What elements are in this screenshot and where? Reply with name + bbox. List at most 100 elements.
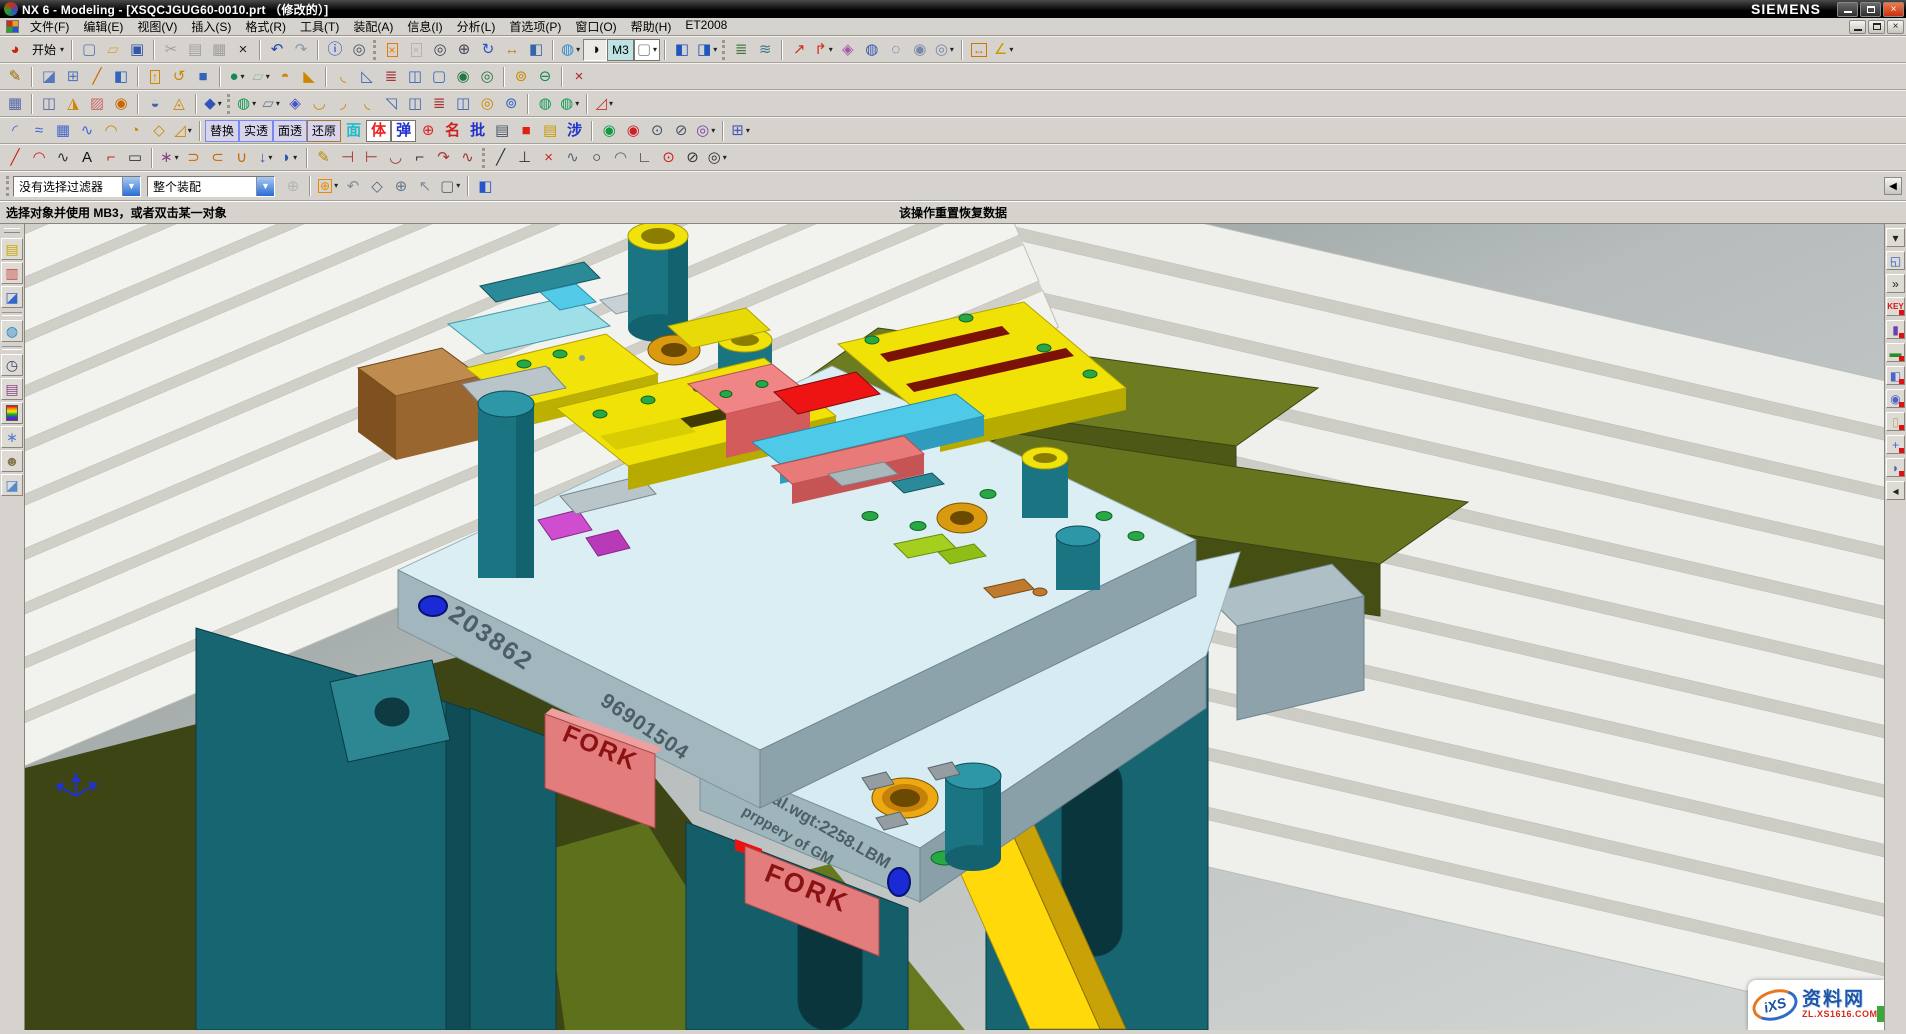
corner-line-button[interactable]: ⌐ xyxy=(99,147,123,169)
synchronous-tool-button[interactable]: ◍ xyxy=(533,93,557,115)
bridge-curve-button[interactable]: ⊂ xyxy=(206,147,230,169)
system-scenes-tab[interactable]: ◪ xyxy=(1,474,23,496)
circle-tool-dot-button[interactable]: ⊙ xyxy=(645,120,669,142)
restore-tool-button[interactable]: 还原 xyxy=(307,120,341,142)
face-transparent-button[interactable]: 面透 xyxy=(273,120,307,142)
boss-pad-button[interactable]: ⊚ xyxy=(499,93,523,115)
split-body-button[interactable]: ◫ xyxy=(451,93,475,115)
offset-face-button[interactable]: ◉ xyxy=(109,93,133,115)
pattern-face-button[interactable]: ▦ xyxy=(3,93,27,115)
datum-plane-button[interactable]: ◪ xyxy=(37,66,61,88)
zoom-circle-button[interactable]: ◎ xyxy=(428,39,452,61)
toolbar-collapse-button[interactable]: ◀ xyxy=(1884,177,1902,195)
visual-effects-tab[interactable]: ∗ xyxy=(1,426,23,448)
show-button[interactable]: ◎▾ xyxy=(932,39,957,61)
wedge-button[interactable]: ◣ xyxy=(297,66,321,88)
paste-button[interactable]: ▦ xyxy=(207,39,231,61)
revolve-button[interactable]: ↺ xyxy=(167,66,191,88)
restore-button[interactable] xyxy=(1860,2,1881,17)
start-menu-button[interactable]: 开始▾ xyxy=(27,39,67,61)
toolbar-grip[interactable] xyxy=(722,40,725,60)
small-circle-button[interactable]: ○ xyxy=(585,147,609,169)
work-layer-button[interactable]: M3 xyxy=(607,39,634,61)
palette-float-button[interactable]: ◱ xyxy=(1886,251,1905,270)
vector-dialog-button[interactable]: ↱▾ xyxy=(811,39,836,61)
bolt-part-item[interactable]: ▮ xyxy=(1886,320,1905,339)
layer-settings-button[interactable]: ≣ xyxy=(729,39,753,61)
point-button[interactable]: ∗▾ xyxy=(157,147,182,169)
selection-scope-combo[interactable]: 整个装配 ▼ xyxy=(147,176,275,197)
show-hide-button[interactable]: ◍ xyxy=(860,39,884,61)
hole-button[interactable]: ●▾ xyxy=(225,66,249,88)
palette-collapse-caret[interactable]: ▾ xyxy=(1886,228,1905,247)
show-body-button[interactable]: ◧ xyxy=(109,66,133,88)
menu-help[interactable]: 帮助(H) xyxy=(624,17,679,36)
resource-bar-handle[interactable] xyxy=(4,228,20,233)
measure-distance-button[interactable]: ↔ xyxy=(967,39,991,61)
snap-settings-button[interactable]: ⊕ xyxy=(281,175,305,197)
trim-curve-button[interactable]: ⊣ xyxy=(336,147,360,169)
spring-tool-button[interactable]: 弹 xyxy=(391,120,416,142)
toolbar-grip[interactable] xyxy=(227,94,230,114)
doc-close-button[interactable]: × xyxy=(1887,20,1904,34)
join-curve-button[interactable]: ∪ xyxy=(230,147,254,169)
menu-format[interactable]: 格式(R) xyxy=(238,17,293,36)
mesh-button[interactable]: ▨ xyxy=(85,93,109,115)
dome-button[interactable]: ◓ xyxy=(273,66,297,88)
chamfer-curve-button[interactable]: ⌐ xyxy=(408,147,432,169)
replace-tool-button[interactable]: 替换 xyxy=(205,120,239,142)
menu-information[interactable]: 信息(I) xyxy=(400,17,449,36)
doc-minimize-button[interactable] xyxy=(1849,20,1866,34)
arc-button[interactable]: ◠ xyxy=(27,147,51,169)
section-curve-button[interactable]: ◗▾ xyxy=(278,147,302,169)
surface-extension-dropdown[interactable]: ◿▾ xyxy=(171,120,195,142)
toolbar-grip[interactable] xyxy=(482,148,485,168)
sheet-bend-button[interactable]: ◟ xyxy=(355,93,379,115)
synchronous-tool-dropdown[interactable]: ◍▾ xyxy=(557,93,582,115)
line-button[interactable]: ╱ xyxy=(3,147,27,169)
menu-tools[interactable]: 工具(T) xyxy=(293,17,346,36)
rib-button[interactable]: ≣ xyxy=(427,93,451,115)
pattern-tool-dropdown[interactable]: ⊞▾ xyxy=(728,120,753,142)
background-color-dropdown[interactable]: ▢▾ xyxy=(634,39,660,61)
chamfer-button[interactable]: ◺ xyxy=(355,66,379,88)
perspective-button[interactable]: ◧ xyxy=(524,39,548,61)
snap-point-button[interactable]: ⊕▾ xyxy=(315,175,341,197)
layer-visible-in-view-button[interactable]: ≋ xyxy=(753,39,777,61)
sketch-line-button[interactable]: ╱ xyxy=(489,147,513,169)
wireframe-cube-button[interactable]: ◧ xyxy=(473,175,497,197)
reblend-button[interactable]: ◞ xyxy=(331,93,355,115)
copy-object-button[interactable]: ▤ xyxy=(490,120,514,142)
open-file-button[interactable]: ▱ xyxy=(101,39,125,61)
text-button[interactable]: A xyxy=(75,147,99,169)
through-curve-mesh-button[interactable]: ▦ xyxy=(51,120,75,142)
unite-button[interactable]: ◉ xyxy=(451,66,475,88)
circle-tool-dropdown[interactable]: ◎▾ xyxy=(693,120,718,142)
dimension-tool-dropdown[interactable]: ◿▾ xyxy=(592,93,616,115)
point-dialog-button[interactable]: ↗ xyxy=(787,39,811,61)
gold-stack-button[interactable]: ▤ xyxy=(538,120,562,142)
rotate-view-button[interactable]: ↻ xyxy=(476,39,500,61)
delete-text-button[interactable]: × xyxy=(567,66,591,88)
assembly-navigator-tab[interactable]: ▤ xyxy=(1,238,23,260)
plate-part-item[interactable]: ◉ xyxy=(1886,389,1905,408)
solid-transparent-button[interactable]: 实透 xyxy=(239,120,273,142)
menu-view[interactable]: 视图(V) xyxy=(130,17,184,36)
press-tool-button[interactable]: ◒ xyxy=(143,93,167,115)
circle-trim-button[interactable]: ⊘ xyxy=(681,147,705,169)
visualization-tab[interactable] xyxy=(1,402,23,424)
zoom-box-button[interactable]: × xyxy=(404,39,428,61)
thread-button[interactable]: ≣ xyxy=(379,66,403,88)
menu-et2008[interactable]: ET2008 xyxy=(678,17,734,36)
offset-curve-button[interactable]: ⊃ xyxy=(182,147,206,169)
datum-axis-button[interactable]: ╱ xyxy=(85,66,109,88)
undo-selection-button[interactable]: ↶ xyxy=(341,175,365,197)
menu-window[interactable]: 窗口(O) xyxy=(568,17,623,36)
batch-tool-button[interactable]: 批 xyxy=(465,120,490,142)
name-tool-button[interactable]: 名 xyxy=(440,120,465,142)
redo-button[interactable]: ↷ xyxy=(289,39,313,61)
flip-curve-button[interactable]: ↷ xyxy=(432,147,456,169)
immediate-hide-button[interactable]: ◌ xyxy=(884,39,908,61)
circle-tool-green-button[interactable]: ◉ xyxy=(597,120,621,142)
menu-analysis[interactable]: 分析(L) xyxy=(450,17,503,36)
